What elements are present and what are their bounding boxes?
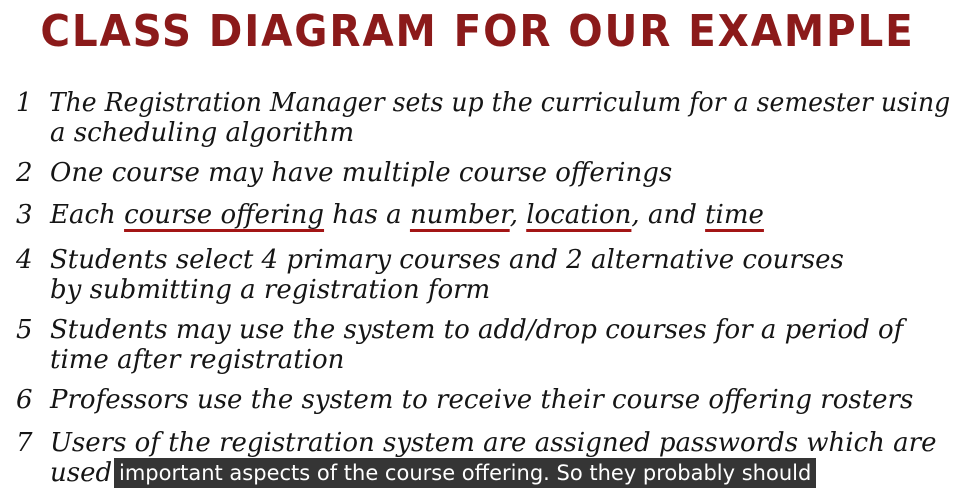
list-item-continuation: time after registration [50, 345, 345, 375]
item-text: Students may use the system to add/drop … [50, 315, 904, 345]
item-number: 3 [16, 200, 33, 230]
list-item: 1 The Registration Manager sets up the cu… [16, 88, 950, 118]
video-caption: important aspects of the course offering… [114, 458, 817, 488]
page-title: CLASS DIAGRAM FOR OUR EXAMPLE [40, 6, 915, 57]
item-text-mid: , [509, 200, 527, 230]
item-text-mid: has a [324, 200, 410, 230]
underlined-time: time [705, 200, 764, 230]
list-item-continuation: a scheduling algorithm [50, 118, 355, 148]
item-text-pre: Each [50, 200, 125, 230]
item-text: The Registration Manager sets up the cur… [48, 88, 951, 118]
list-item: 2 One course may have multiple course off… [16, 158, 672, 188]
list-item: 4 Students select 4 primary courses and 2… [16, 245, 844, 275]
item-text: One course may have multiple course offe… [50, 158, 673, 188]
item-number: 1 [16, 88, 32, 118]
underlined-course-offering: course offering [124, 200, 325, 230]
item-number: 2 [16, 158, 33, 188]
list-item: 6 Professors use the system to receive th… [16, 385, 913, 415]
list-item-continuation: used [50, 458, 113, 488]
item-number: 7 [16, 428, 33, 458]
item-text-mid: , and [631, 200, 706, 230]
list-item: 5 Students may use the system to add/drop… [16, 315, 903, 345]
item-number: 6 [16, 385, 33, 415]
underlined-location: location [526, 200, 632, 230]
list-item: 7 Users of the registration system are as… [16, 428, 937, 458]
list-item: 3 Each course offering has a number, loca… [16, 200, 764, 230]
list-item-continuation: by submitting a registration form [50, 275, 491, 305]
underlined-number: number [409, 200, 510, 230]
item-number: 5 [16, 315, 33, 345]
item-text: Users of the registration system are ass… [50, 428, 937, 458]
item-number: 4 [16, 245, 33, 275]
item-text: Students select 4 primary courses and 2 … [50, 245, 844, 275]
item-text: Professors use the system to receive the… [50, 385, 914, 415]
